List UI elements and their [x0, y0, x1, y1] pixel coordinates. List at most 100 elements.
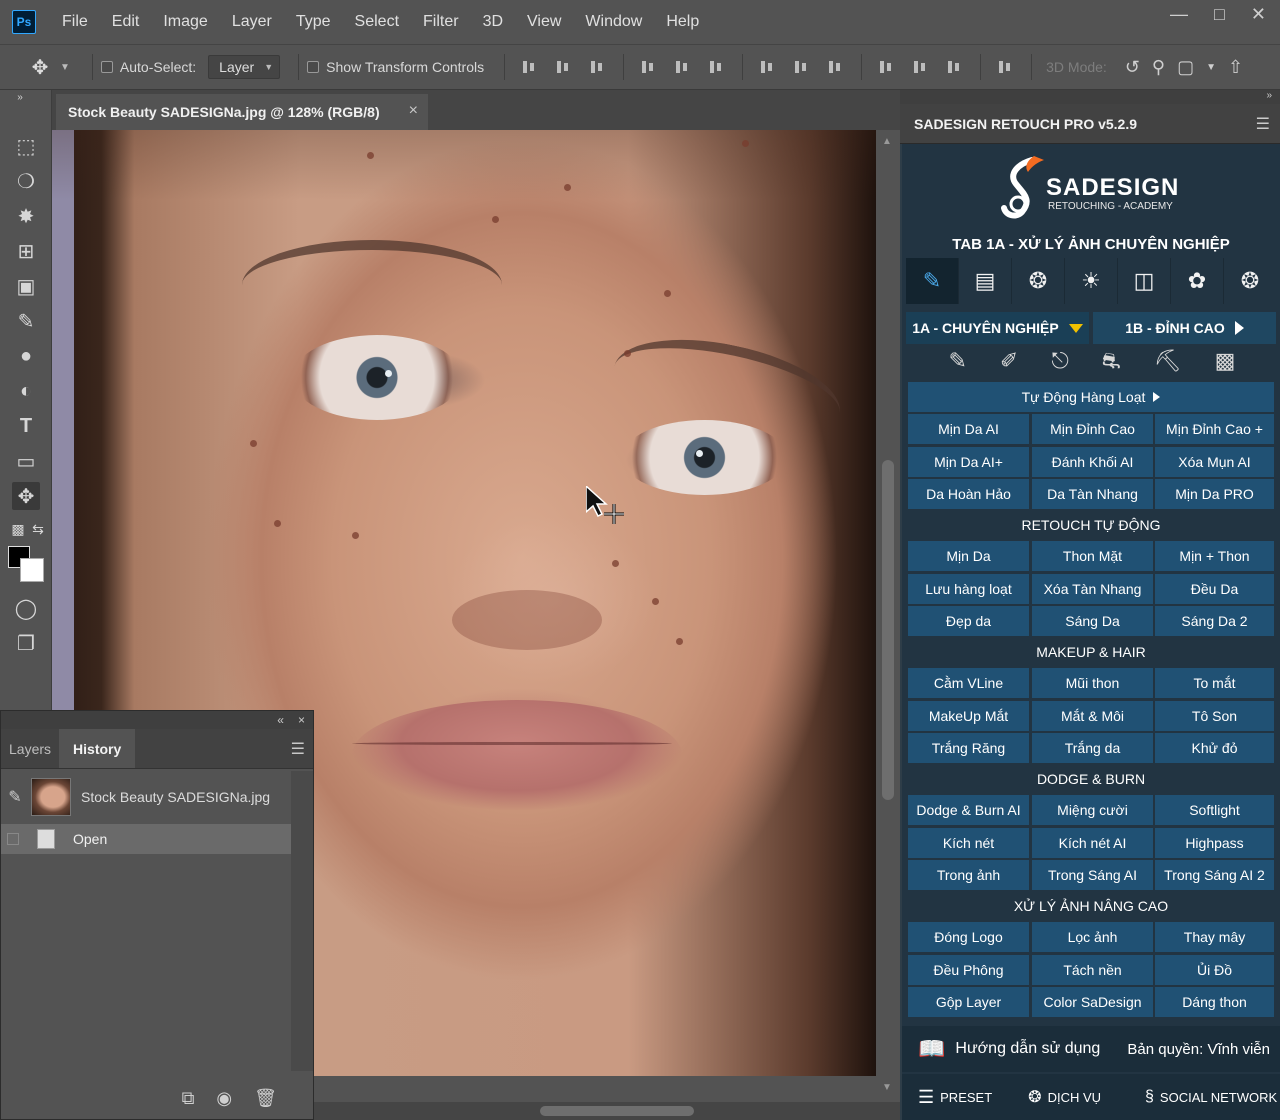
- tab-history[interactable]: History: [59, 729, 136, 768]
- retouch-action-button[interactable]: Thon Mặt: [1032, 541, 1153, 571]
- retouch-action-button[interactable]: Miệng cười: [1032, 795, 1153, 825]
- chevron-down-icon[interactable]: ▼: [1206, 62, 1216, 73]
- scrollbar-thumb[interactable]: [540, 1106, 694, 1116]
- align-horizontal-center-icon[interactable]: [674, 58, 692, 76]
- screen-mode-icon[interactable]: ❐: [12, 629, 40, 657]
- retouch-action-button[interactable]: Softlight: [1155, 795, 1274, 825]
- history-brush-source-icon[interactable]: ✎: [1, 787, 29, 807]
- retouch-action-button[interactable]: Mắt & Môi: [1032, 700, 1153, 731]
- distribute-top-icon[interactable]: [759, 58, 777, 76]
- retouch-action-button[interactable]: MakeUp Mắt: [908, 700, 1029, 731]
- camera-icon[interactable]: ◉: [216, 1088, 232, 1109]
- retouch-action-button[interactable]: Mịn Da AI: [908, 414, 1029, 444]
- marquee-tool-icon[interactable]: ⬚: [12, 132, 40, 160]
- retouch-action-button[interactable]: Trong Sáng AI: [1032, 860, 1153, 890]
- minimize-icon[interactable]: —: [1170, 4, 1188, 25]
- document-edit-icon[interactable]: ▤: [959, 258, 1012, 304]
- quick-selection-tool-icon[interactable]: ✸: [12, 202, 40, 230]
- lasso-tool-icon[interactable]: ❍: [12, 167, 40, 195]
- retouch-action-button[interactable]: Mịn Da: [908, 541, 1029, 571]
- expand-toolbar-icon[interactable]: »: [6, 90, 34, 104]
- retouch-action-button[interactable]: Xóa Tàn Nhang: [1032, 573, 1153, 604]
- retouch-action-button[interactable]: Đánh Khối AI: [1032, 446, 1153, 477]
- retouch-action-button[interactable]: Mịn Đỉnh Cao +: [1155, 414, 1274, 444]
- chevron-down-icon[interactable]: ▼: [60, 62, 70, 73]
- retouch-action-button[interactable]: To mắt: [1155, 668, 1274, 698]
- color-channels-icon[interactable]: ✿: [1171, 258, 1224, 304]
- menu-image[interactable]: Image: [151, 0, 219, 44]
- scroll-up-icon[interactable]: ▲: [882, 136, 892, 147]
- show-transform-checkbox[interactable]: [307, 61, 320, 73]
- retouch-action-button[interactable]: Cằm VLine: [908, 668, 1029, 698]
- menu-3d[interactable]: 3D: [471, 0, 515, 44]
- document-tab[interactable]: Stock Beauty SADESIGNa.jpg @ 128% (RGB/8…: [56, 94, 428, 130]
- canvas-horizontal-scrollbar[interactable]: [314, 1102, 900, 1120]
- retouch-action-button[interactable]: Mịn + Thon: [1155, 541, 1274, 571]
- clone-stamp-icon[interactable]: ⎋: [1051, 348, 1068, 380]
- healing-brush-icon[interactable]: ⛐: [1102, 348, 1121, 380]
- align-vertical-center-icon[interactable]: [555, 58, 573, 76]
- retouch-action-button[interactable]: Xóa Mụn AI: [1155, 446, 1274, 477]
- retouch-action-button[interactable]: Lọc ảnh: [1032, 922, 1153, 952]
- distribute-right-icon[interactable]: [946, 58, 964, 76]
- retouch-action-button[interactable]: Ủi Đồ: [1155, 954, 1274, 985]
- trash-icon[interactable]: 🗑: [254, 1088, 277, 1109]
- retouch-action-button[interactable]: Đẹp da: [908, 606, 1029, 636]
- retouch-action-button[interactable]: Thay mây: [1155, 922, 1274, 952]
- retouch-action-button[interactable]: Lưu hàng loạt: [908, 573, 1029, 604]
- workspace-icon[interactable]: ▢: [1177, 57, 1194, 78]
- quick-mask-icon[interactable]: ◯: [12, 594, 40, 622]
- brush-retouch-icon[interactable]: ✎: [906, 258, 959, 304]
- menu-select[interactable]: Select: [343, 0, 411, 44]
- auto-select-checkbox[interactable]: [100, 61, 113, 73]
- history-snapshot[interactable]: ✎ Stock Beauty SADESIGNa.jpg: [1, 771, 291, 823]
- close-icon[interactable]: ✕: [1251, 4, 1266, 25]
- blur-tool-icon[interactable]: ●: [12, 342, 40, 370]
- history-state[interactable]: Open: [1, 824, 291, 854]
- scrollbar-thumb[interactable]: [882, 460, 894, 800]
- align-bottom-icon[interactable]: [589, 58, 607, 76]
- retouch-action-button[interactable]: Đóng Logo: [908, 922, 1029, 952]
- retouch-action-button[interactable]: Sáng Da: [1032, 606, 1153, 636]
- retouch-action-button[interactable]: Tô Son: [1155, 700, 1274, 731]
- crop-tool-icon[interactable]: ⊞: [12, 237, 40, 265]
- panel-menu-icon[interactable]: ☰: [1256, 114, 1270, 134]
- file-export-icon[interactable]: ◫: [1118, 258, 1171, 304]
- spot-healing-icon[interactable]: ⛏: [1154, 348, 1182, 380]
- retouch-action-button[interactable]: Kích nét AI: [1032, 827, 1153, 858]
- dodge-tool-icon[interactable]: ◐: [12, 377, 40, 405]
- distribute-bottom-icon[interactable]: [827, 58, 845, 76]
- align-right-icon[interactable]: [708, 58, 726, 76]
- retouch-action-button[interactable]: Gộp Layer: [908, 987, 1029, 1017]
- panel-menu-icon[interactable]: ☰: [291, 739, 305, 759]
- retouch-action-button[interactable]: Mũi thon: [1032, 668, 1153, 698]
- retouch-action-button[interactable]: Trong ảnh: [908, 860, 1029, 890]
- menu-filter[interactable]: Filter: [411, 0, 471, 44]
- auto-select-target-dropdown[interactable]: Layer ▼: [208, 55, 281, 79]
- retouch-action-button[interactable]: Da Tàn Nhang: [1032, 479, 1153, 509]
- mixer-brush-icon[interactable]: ✐: [1000, 348, 1018, 380]
- scroll-down-icon[interactable]: ▼: [882, 1082, 892, 1093]
- align-top-icon[interactable]: [521, 58, 539, 76]
- retouch-action-button[interactable]: Kích nét: [908, 827, 1029, 858]
- service-link[interactable]: DỊCH VỤ: [1048, 1090, 1101, 1105]
- retouch-action-button[interactable]: Đều Phông: [908, 954, 1029, 985]
- brush-tool-icon[interactable]: ✎: [12, 307, 40, 335]
- close-panel-icon[interactable]: ×: [298, 713, 305, 727]
- retouch-action-button[interactable]: Trắng da: [1032, 733, 1153, 763]
- close-icon[interactable]: ×: [409, 102, 418, 120]
- retouch-action-button[interactable]: Da Hoàn Hảo: [908, 479, 1029, 509]
- rectangle-tool-icon[interactable]: ▭: [12, 447, 40, 475]
- frame-tool-icon[interactable]: ▣: [12, 272, 40, 300]
- menu-help[interactable]: Help: [654, 0, 711, 44]
- restore-icon[interactable]: □: [1214, 4, 1225, 25]
- align-left-icon[interactable]: [640, 58, 658, 76]
- tab-1b[interactable]: 1B - ĐỈNH CAO: [1093, 312, 1276, 344]
- auto-batch-button[interactable]: Tự Động Hàng Loạt: [908, 382, 1274, 412]
- social-network-link[interactable]: SOCIAL NETWORK: [1160, 1090, 1277, 1105]
- retouch-action-button[interactable]: Khử đỏ: [1155, 733, 1274, 763]
- preset-link[interactable]: PRESET: [940, 1090, 992, 1105]
- distribute-vertical-center-icon[interactable]: [793, 58, 811, 76]
- retouch-action-button[interactable]: Dáng thon: [1155, 987, 1274, 1017]
- aperture-icon[interactable]: ❂: [1012, 258, 1065, 304]
